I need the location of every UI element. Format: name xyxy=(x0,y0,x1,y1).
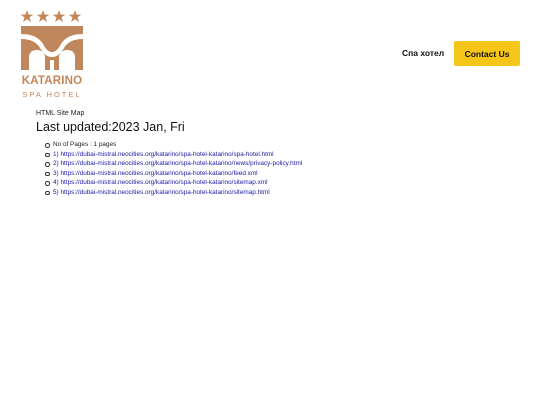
hotel-logo[interactable]: KATARINO SPA HOTEL xyxy=(19,8,85,100)
sitemap-link[interactable]: 5) https://dubai-mistral.neocities.org/k… xyxy=(53,189,270,196)
nav-link-spa-hotel[interactable]: Спа хотел xyxy=(402,48,444,58)
brand-name: KATARINO xyxy=(21,75,83,87)
sitemap-content: HTML Site Map Last updated:2023 Jan, Fri… xyxy=(36,109,516,198)
list-item: No of Pages : 1 pages xyxy=(45,140,516,150)
list-item: 1) https://dubai-mistral.neocities.org/k… xyxy=(45,150,516,160)
page-count: No of Pages : 1 pages xyxy=(53,141,117,148)
page: KATARINO SPA HOTEL Спа хотел Contact Us … xyxy=(0,0,540,405)
contact-us-button[interactable]: Contact Us xyxy=(454,41,520,66)
sitemap-link[interactable]: 1) https://dubai-mistral.neocities.org/k… xyxy=(53,151,274,158)
list-item: 5) https://dubai-mistral.neocities.org/k… xyxy=(45,188,516,198)
brand-subtitle: SPA HOTEL xyxy=(22,90,82,99)
list-item: 2) https://dubai-mistral.neocities.org/k… xyxy=(45,159,516,169)
list-item: 3) https://dubai-mistral.neocities.org/k… xyxy=(45,169,516,179)
page-list: No of Pages : 1 pages 1) https://dubai-m… xyxy=(36,140,516,198)
logo-emblem-icon xyxy=(20,10,83,70)
header: KATARINO SPA HOTEL Спа хотел Contact Us xyxy=(0,0,540,105)
list-item: 4) https://dubai-mistral.neocities.org/k… xyxy=(45,178,516,188)
sitemap-link[interactable]: 4) https://dubai-mistral.neocities.org/k… xyxy=(53,179,268,186)
sitemap-label: HTML Site Map xyxy=(36,110,85,117)
sitemap-link[interactable]: 3) https://dubai-mistral.neocities.org/k… xyxy=(53,170,258,177)
last-updated-heading: Last updated:2023 Jan, Fri xyxy=(36,120,185,134)
sitemap-link[interactable]: 2) https://dubai-mistral.neocities.org/k… xyxy=(53,160,302,167)
